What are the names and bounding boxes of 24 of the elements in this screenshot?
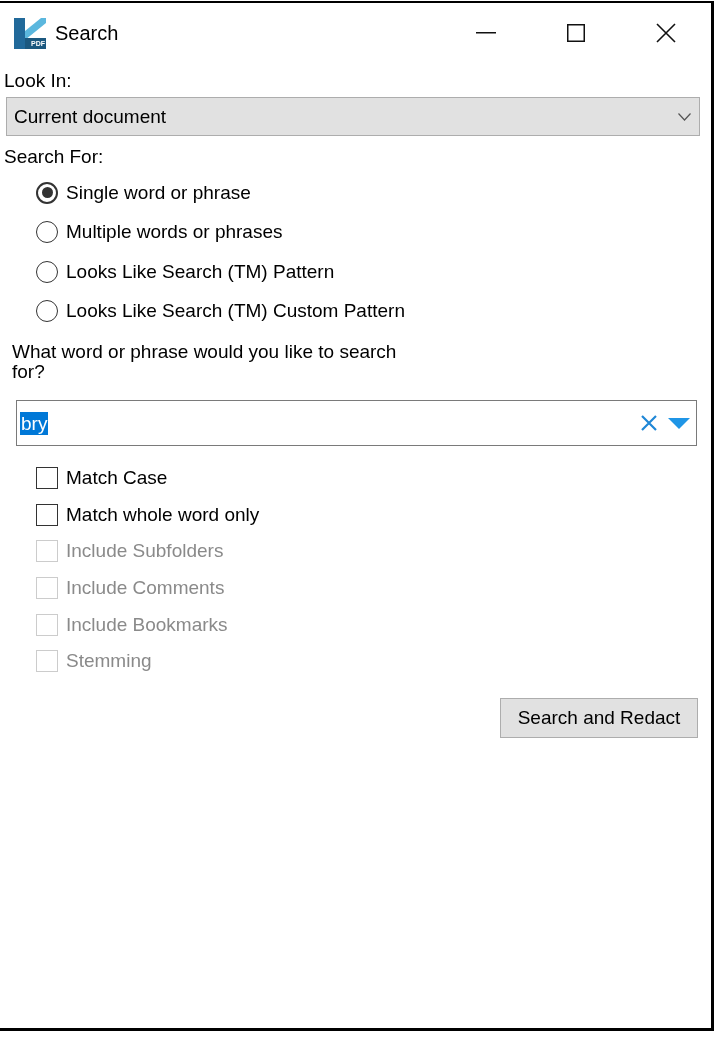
- radio-label[interactable]: Looks Like Search (TM) Custom Pattern: [66, 300, 405, 323]
- window-title: Search: [55, 22, 119, 45]
- clear-icon[interactable]: [641, 415, 657, 431]
- radio-label[interactable]: Looks Like Search (TM) Pattern: [66, 260, 335, 283]
- chevron-down-icon: [678, 112, 691, 121]
- checkbox-label[interactable]: Match Case: [66, 467, 168, 490]
- search-field[interactable]: bry: [16, 400, 697, 446]
- look-in-dropdown[interactable]: Current document: [6, 97, 700, 136]
- dropdown-arrow-icon[interactable]: [668, 417, 690, 429]
- look-in-label: Look In:: [4, 70, 72, 92]
- search-prompt: What word or phrase would you like to search for?: [12, 342, 398, 382]
- search-for-label: Search For:: [4, 146, 104, 168]
- minimize-icon: [476, 31, 496, 34]
- checkbox[interactable]: [36, 467, 58, 490]
- radio-button[interactable]: [36, 181, 58, 204]
- checkbox[interactable]: [36, 503, 58, 526]
- maximize-icon: [567, 23, 585, 42]
- search-text: bry: [20, 411, 49, 435]
- radio-label[interactable]: Single word or phrase: [66, 181, 251, 204]
- redact-button[interactable]: Search and Redact: [500, 697, 698, 738]
- app-logo-icon: [14, 18, 46, 49]
- close-icon: [656, 22, 676, 43]
- radio-label[interactable]: Multiple words or phrases: [66, 221, 283, 244]
- checkbox-label[interactable]: Match whole word only: [66, 503, 260, 526]
